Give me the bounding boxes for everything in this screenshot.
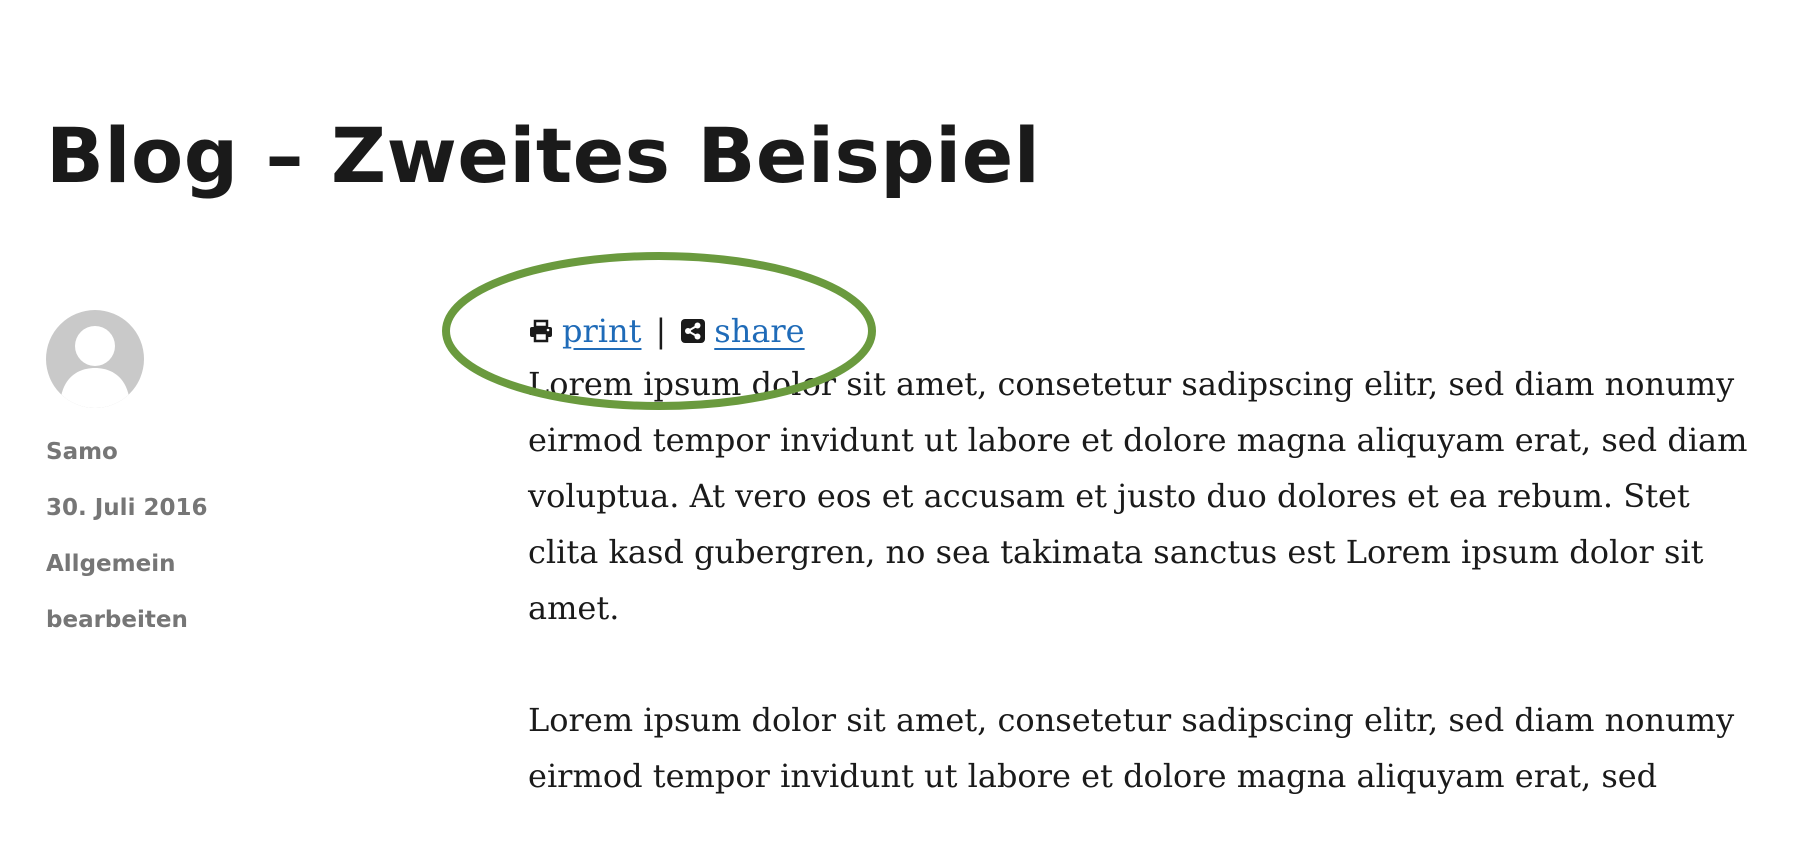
share-icon[interactable] <box>680 318 706 344</box>
print-share-toolbar: print | share <box>528 306 1758 356</box>
share-link[interactable]: share <box>714 306 804 356</box>
author-link[interactable]: Samo <box>46 424 346 480</box>
user-silhouette-icon <box>60 326 130 408</box>
printer-icon[interactable] <box>528 318 554 344</box>
post-date-link[interactable]: 30. Juli 2016 <box>46 480 346 536</box>
post-title: Blog – Zweites Beispiel <box>46 111 1041 200</box>
avatar[interactable] <box>46 310 144 408</box>
category-link[interactable]: Allgemein <box>46 536 346 592</box>
post-content: print | share Lorem ipsum dolor sit amet… <box>528 306 1758 860</box>
tool-separator: | <box>655 312 667 350</box>
post-meta: Samo 30. Juli 2016 Allgemein bearbeiten <box>46 310 346 648</box>
paragraph: Lorem ipsum dolor sit amet, consetetur s… <box>528 701 1735 795</box>
paragraph: Lorem ipsum dolor sit amet, consetetur s… <box>528 365 1748 627</box>
edit-link[interactable]: bearbeiten <box>46 592 346 648</box>
print-link[interactable]: print <box>562 306 641 356</box>
